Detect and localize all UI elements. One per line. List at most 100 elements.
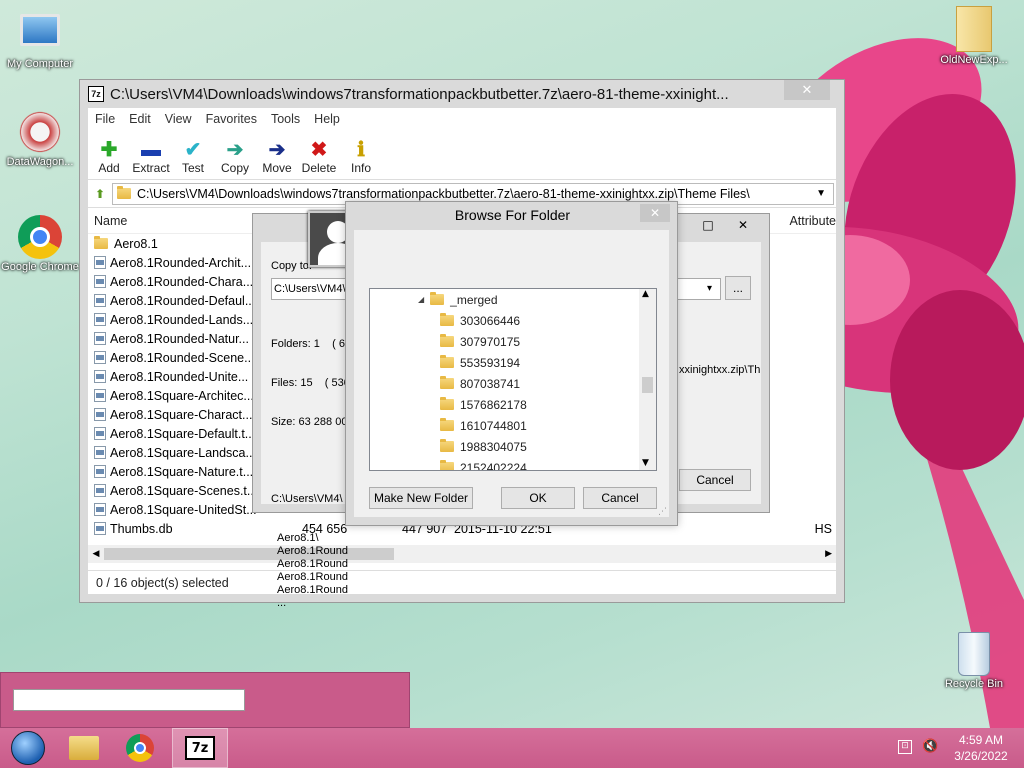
file-name: Aero8.1Square-Nature.t... [110, 464, 254, 479]
up-folder-button[interactable]: ⬆ [88, 187, 112, 201]
copy-dialog-max-button[interactable]: □ [695, 216, 721, 234]
tree-scroll-thumb[interactable] [642, 377, 653, 393]
tree-item[interactable]: 1576862178 [370, 394, 656, 415]
extract-button[interactable]: ▬ Extract [130, 130, 172, 179]
copy-cancel-button[interactable]: Cancel [679, 469, 751, 491]
extract-label: Extract [132, 161, 170, 175]
tree-item-label: 807038741 [460, 376, 521, 391]
desktop-icon-label: OldNewExp... [940, 54, 1008, 66]
tree-item-label: 2152402224 [460, 460, 527, 471]
file-icon [94, 484, 106, 497]
menu-file[interactable]: File [88, 112, 122, 126]
desktop-icon-google-chrome[interactable]: Google Chrome [0, 215, 80, 273]
tree-vertical-scrollbar[interactable]: ▲ ▼ [639, 289, 656, 470]
folder-icon [956, 6, 992, 52]
taskbar-file-explorer[interactable] [56, 728, 112, 768]
folder-icon [117, 186, 131, 199]
desktop-icon-my-computer[interactable]: My Computer [0, 10, 80, 70]
browse-dialog-close-button[interactable]: ✕ [640, 204, 670, 222]
menu-edit[interactable]: Edit [122, 112, 158, 126]
scroll-up-icon[interactable]: ▲ [642, 289, 649, 299]
tree-item[interactable]: 1988304075 [370, 436, 656, 457]
chrome-icon [126, 734, 154, 762]
add-button[interactable]: ✚ Add [88, 130, 130, 179]
taskbar-7zip[interactable]: 7z [172, 728, 228, 768]
menu-favorites[interactable]: Favorites [199, 112, 264, 126]
tree-item[interactable]: ◢ _merged [370, 289, 656, 310]
resize-grip-icon[interactable]: ⋰ [658, 507, 667, 517]
file-icon [94, 427, 106, 440]
arrow-move-icon: ➔ [268, 139, 286, 161]
source-item: ... [277, 597, 287, 609]
file-name: Aero8.1Square-Architec... [110, 388, 254, 403]
move-button[interactable]: ➔ Move [256, 130, 298, 179]
tree-item-label: 1988304075 [460, 439, 527, 454]
menu-view[interactable]: View [158, 112, 199, 126]
browse-dialog-title: Browse For Folder [454, 207, 571, 223]
scroll-down-icon[interactable]: ▼ [642, 458, 649, 468]
file-name: Aero8.1Rounded-Archit... [110, 255, 252, 270]
file-icon [94, 503, 106, 516]
file-icon [94, 294, 106, 307]
7zip-app-icon: 7z [88, 86, 104, 102]
source-path-line: C:\Users\VM4\ [271, 493, 343, 505]
taskbar-chrome[interactable] [112, 728, 168, 768]
menu-help[interactable]: Help [307, 112, 347, 126]
7zip-icon: 7z [185, 736, 215, 760]
tree-item[interactable]: 303066446 [370, 310, 656, 331]
file-name: Aero8.1Square-Default.t... [110, 426, 256, 441]
file-icon [94, 408, 106, 421]
background-window [0, 672, 410, 728]
ok-button[interactable]: OK [501, 487, 575, 509]
file-name: Aero8.1 [114, 236, 158, 251]
computer-icon [20, 14, 60, 46]
source-item: Aero8.1Round [277, 584, 348, 596]
source-items: Aero8.1\ Aero8.1Round Aero8.1Round Aero8.1R… [271, 532, 351, 610]
tray-volume-icon[interactable]: 🔇 [922, 739, 938, 754]
test-button[interactable]: ✔ Test [172, 130, 214, 179]
tree-item[interactable]: 553593194 [370, 352, 656, 373]
tree-item[interactable]: 2152402224 [370, 457, 656, 471]
tray-network-icon[interactable]: ⊡ [898, 740, 912, 754]
tree-item[interactable]: 307970175 [370, 331, 656, 352]
window-titlebar[interactable]: 7z C:\Users\VM4\Downloads\windows7transf… [80, 80, 844, 108]
file-icon [94, 522, 106, 535]
delete-button[interactable]: ✖ Delete [298, 130, 340, 179]
tree-item[interactable]: 1610744801 [370, 415, 656, 436]
info-button[interactable]: ℹ Info [340, 130, 382, 179]
status-bar: 0 / 16 object(s) selected [88, 570, 836, 594]
size-line: Size: 63 288 00 [271, 416, 348, 428]
tree-item-label: 303066446 [460, 313, 521, 328]
folder-tree[interactable]: ◢ _merged 303066446 307970175 553593194 80703… [369, 288, 657, 471]
scroll-right-icon[interactable]: ▶ [825, 549, 832, 559]
copy-button[interactable]: ➔ Copy [214, 130, 256, 179]
copy-dialog-close-button[interactable]: ✕ [725, 216, 761, 234]
cancel-button[interactable]: Cancel [583, 487, 657, 509]
scroll-left-icon[interactable]: ◀ [88, 549, 104, 559]
desktop-icon-label: Recycle Bin [944, 678, 1004, 690]
tree-item[interactable]: 807038741 [370, 373, 656, 394]
copy-label: Copy [220, 161, 249, 175]
menu-tools[interactable]: Tools [264, 112, 307, 126]
horizontal-scrollbar[interactable]: ◀ ▶ [88, 545, 836, 563]
window-close-button[interactable]: ✕ [784, 80, 830, 100]
up-arrow-icon: ⬆ [94, 186, 106, 201]
folder-icon [440, 439, 454, 452]
clock-time: 4:59 AM [958, 733, 1004, 747]
file-name: Aero8.1Rounded-Lands... [110, 312, 254, 327]
browse-path-button[interactable]: ... [725, 276, 751, 300]
desktop-icon-datawagon[interactable]: DataWagon... [0, 110, 80, 168]
tray-clock[interactable]: 4:59 AM 3/26/2022 [950, 732, 1012, 764]
desktop-icon-oldnewexp[interactable]: OldNewExp... [934, 6, 1014, 66]
make-new-folder-button[interactable]: Make New Folder [369, 487, 473, 509]
expand-arrow-icon[interactable]: ◢ [418, 295, 424, 304]
chevron-down-icon[interactable]: ▾ [707, 283, 712, 294]
test-label: Test [181, 161, 204, 175]
window-title: C:\Users\VM4\Downloads\windows7transform… [110, 85, 729, 103]
info-icon: ℹ [357, 139, 365, 161]
start-button[interactable] [0, 728, 56, 768]
desktop-icon-recycle-bin[interactable]: Recycle Bin [934, 632, 1014, 690]
column-name[interactable]: Name [88, 214, 248, 228]
chevron-down-icon[interactable]: ▼ [816, 188, 826, 199]
column-attributes[interactable]: Attribute [789, 214, 836, 228]
